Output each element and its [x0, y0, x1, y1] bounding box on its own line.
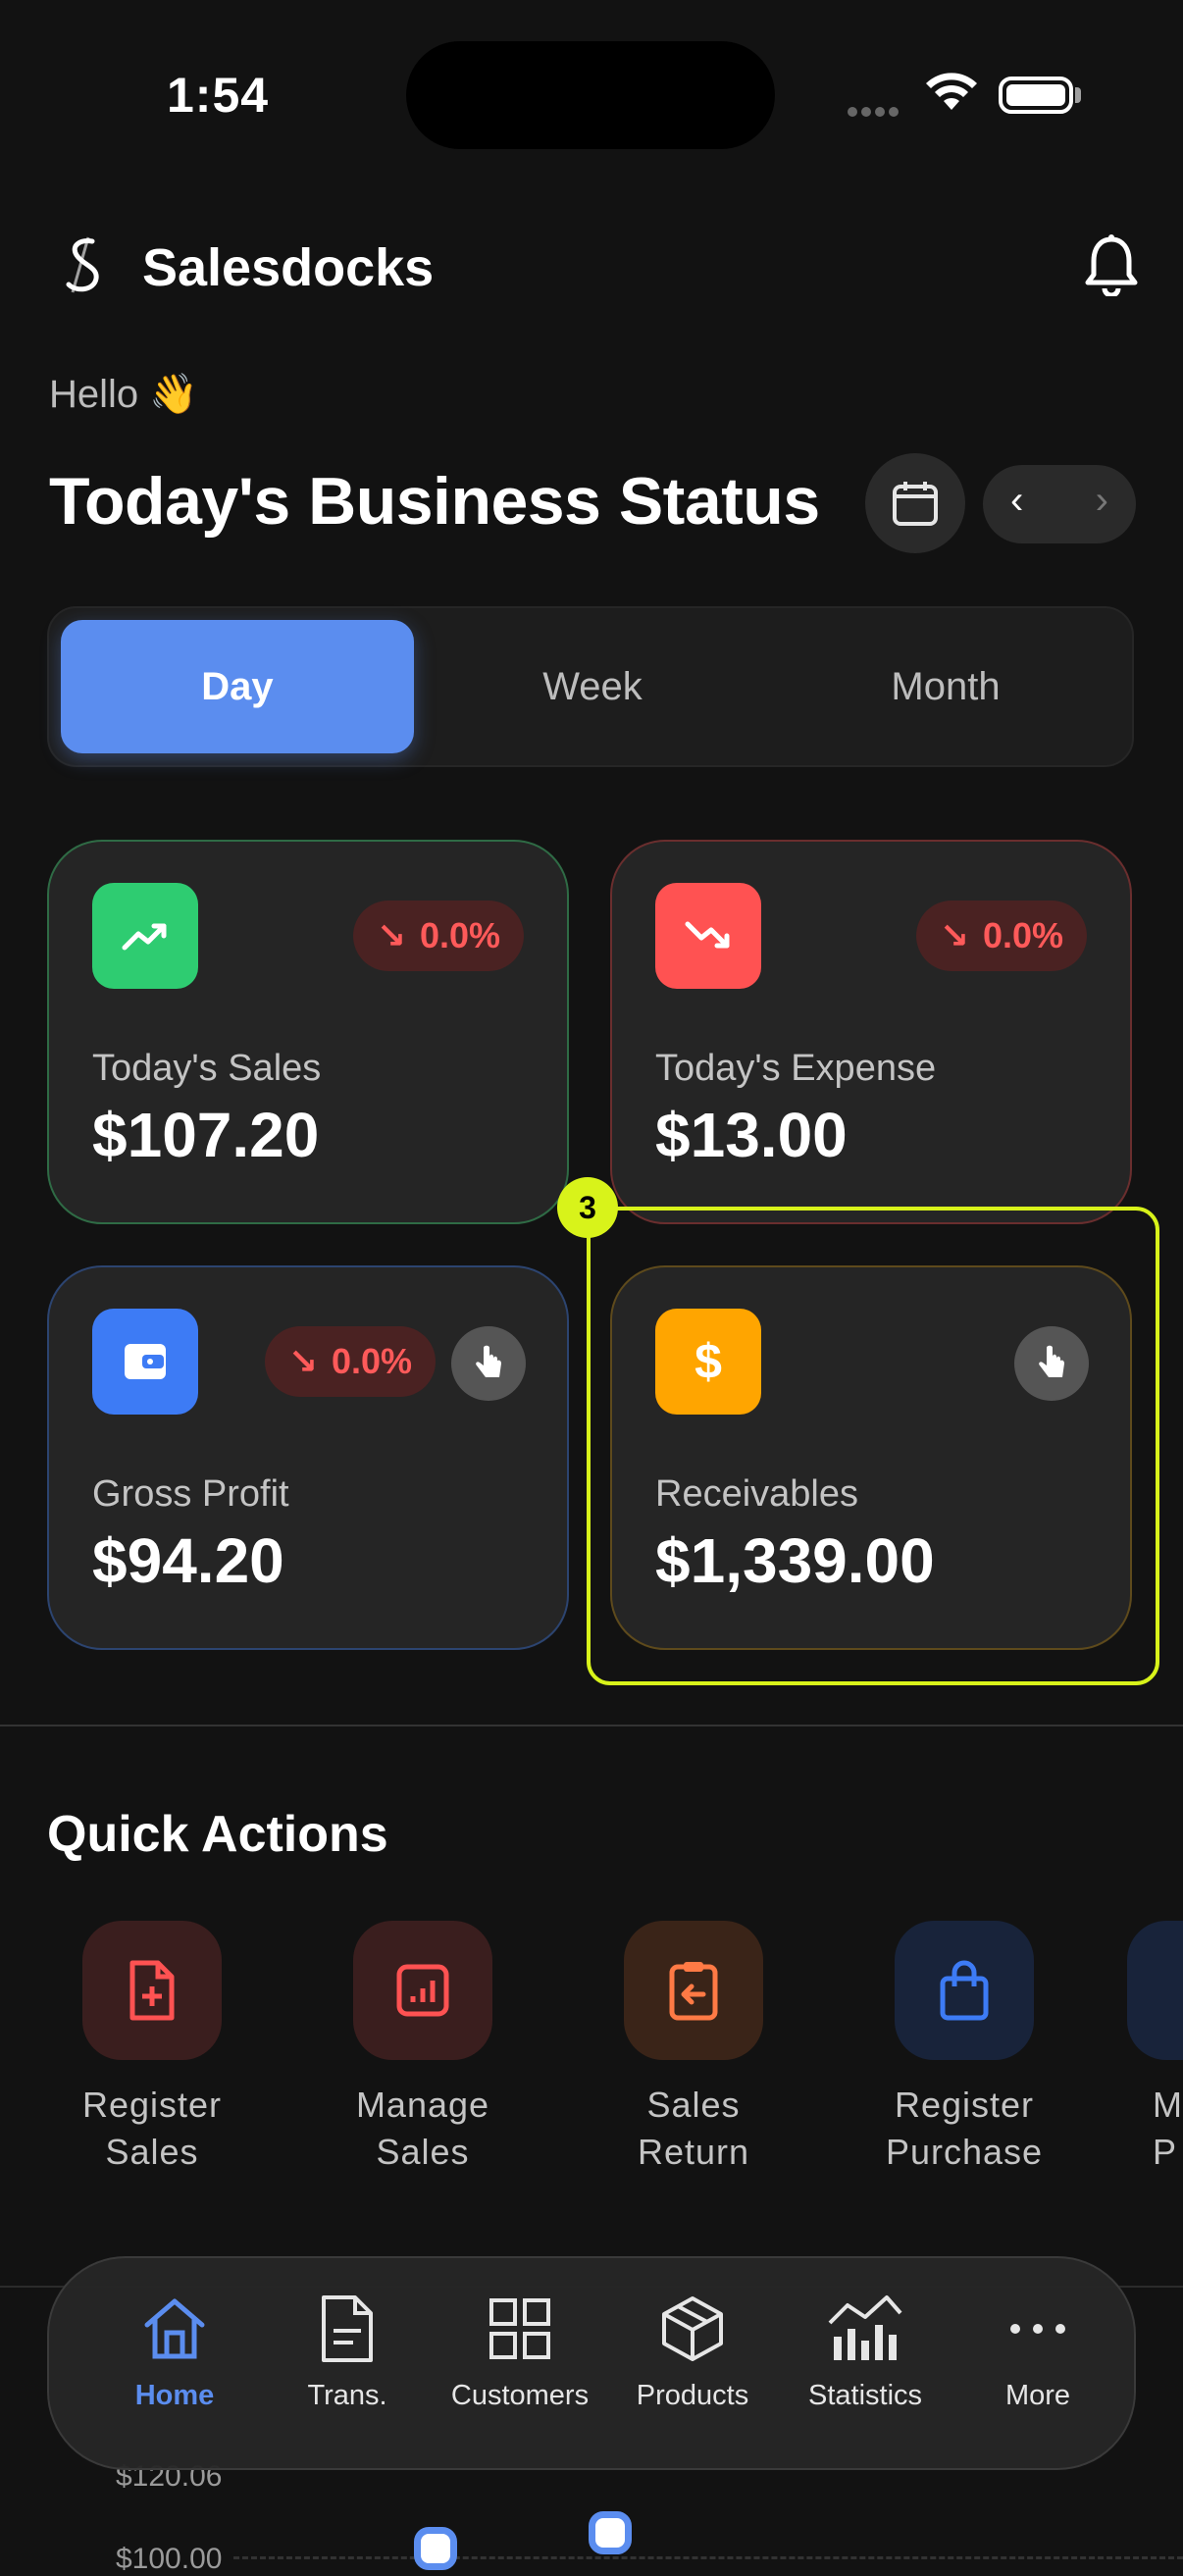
nav-customers[interactable]: Customers — [434, 2288, 606, 2412]
register-sales-action[interactable]: Register Sales — [44, 1921, 260, 2176]
calendar-icon — [893, 482, 938, 526]
gross-profit-card[interactable]: ↘ 0.0% Gross Profit $94.20 — [47, 1265, 569, 1650]
file-plus-icon — [82, 1921, 222, 2060]
change-badge: ↘ 0.0% — [352, 901, 524, 971]
nav-transactions[interactable]: Trans. — [261, 2288, 434, 2412]
card-value: $13.00 — [655, 1100, 848, 1170]
chart-icon — [779, 2288, 952, 2370]
nav-label: Trans. — [307, 2380, 387, 2411]
cube-icon — [606, 2288, 779, 2370]
trending-up-icon — [92, 883, 198, 989]
tap-hint-icon[interactable] — [451, 1326, 526, 1401]
report-icon — [353, 1921, 492, 2060]
nav-statistics[interactable]: Statistics — [779, 2288, 952, 2412]
signal-icon — [848, 104, 906, 117]
tab-day[interactable]: Day — [61, 620, 414, 753]
chart-point[interactable] — [589, 2511, 632, 2554]
card-value: $94.20 — [92, 1525, 284, 1596]
action-label: Register Sales — [81, 2085, 223, 2172]
nav-home[interactable]: Home — [88, 2288, 261, 2412]
logo-icon — [59, 235, 108, 294]
bell-icon[interactable] — [1084, 233, 1139, 301]
card-value: $107.20 — [92, 1100, 320, 1170]
nav-label: Statistics — [807, 2380, 923, 2411]
grid-line — [233, 2556, 1183, 2559]
expense-card[interactable]: ↘ 0.0% Today's Expense $13.00 — [610, 840, 1132, 1224]
register-purchase-action[interactable]: Register Purchase — [856, 1921, 1072, 2176]
partial-icon — [1127, 1921, 1183, 2060]
battery-icon — [999, 77, 1073, 114]
change-badge: ↘ 0.0% — [915, 901, 1087, 971]
trending-down-icon — [655, 883, 761, 989]
card-label: Today's Sales — [92, 1048, 322, 1089]
greeting: Hello 👋 — [49, 373, 199, 416]
sales-card[interactable]: ↘ 0.0% Today's Sales $107.20 — [47, 840, 569, 1224]
tab-month[interactable]: Month — [769, 620, 1122, 753]
chevron-left-icon[interactable]: ‹ — [1010, 479, 1023, 523]
more-icon — [952, 2288, 1124, 2370]
page-title: Today's Business Status — [49, 464, 820, 539]
shopping-bag-icon — [895, 1921, 1034, 2060]
sales-return-action[interactable]: Sales Return — [586, 1921, 801, 2176]
nav-label: Products — [636, 2380, 749, 2411]
highlight-number: 3 — [557, 1177, 618, 1238]
divider — [0, 1725, 1183, 1726]
tab-week[interactable]: Week — [416, 620, 769, 753]
wallet-icon — [92, 1309, 198, 1415]
chart-point[interactable] — [414, 2527, 457, 2570]
nav-label: Customers — [450, 2380, 590, 2411]
battery-nub — [1075, 87, 1081, 103]
arrow-down-right-icon: ↘ — [939, 915, 969, 955]
highlight-box — [587, 1207, 1159, 1685]
change-badge: ↘ 0.0% — [264, 1326, 436, 1397]
wifi-icon — [924, 71, 979, 119]
date-navigator: ‹ › — [983, 465, 1136, 543]
action-label: Sales Return — [637, 2085, 750, 2172]
card-label: Gross Profit — [92, 1473, 289, 1515]
return-icon — [624, 1921, 763, 2060]
action-label: MP — [1153, 2085, 1183, 2172]
grid-icon — [434, 2288, 606, 2370]
nav-more[interactable]: More — [952, 2288, 1124, 2412]
home-icon — [88, 2288, 261, 2370]
action-label: Manage Sales — [355, 2085, 490, 2172]
period-selector: Day Week Month — [47, 606, 1134, 767]
manage-sales-action[interactable]: Manage Sales — [315, 1921, 531, 2176]
y-tick-label: $100.00 — [116, 2543, 223, 2575]
quick-actions-title: Quick Actions — [47, 1806, 388, 1863]
nav-label: More — [1004, 2380, 1071, 2411]
document-icon — [261, 2288, 434, 2370]
nav-label: Home — [134, 2380, 215, 2411]
arrow-down-right-icon: ↘ — [376, 915, 406, 955]
arrow-down-right-icon: ↘ — [287, 1341, 318, 1381]
bottom-nav: Home Trans. Customers Products Statistic… — [47, 2256, 1136, 2470]
chevron-right-icon[interactable]: › — [1096, 479, 1108, 523]
card-label: Today's Expense — [655, 1048, 937, 1089]
status-time: 1:54 — [167, 68, 270, 123]
dynamic-island — [406, 41, 775, 149]
action-label: Register Purchase — [885, 2085, 1044, 2172]
calendar-button[interactable] — [865, 453, 965, 553]
partial-action[interactable]: MP — [1127, 1921, 1183, 2176]
nav-products[interactable]: Products — [606, 2288, 779, 2412]
app-name: Salesdocks — [142, 238, 435, 297]
